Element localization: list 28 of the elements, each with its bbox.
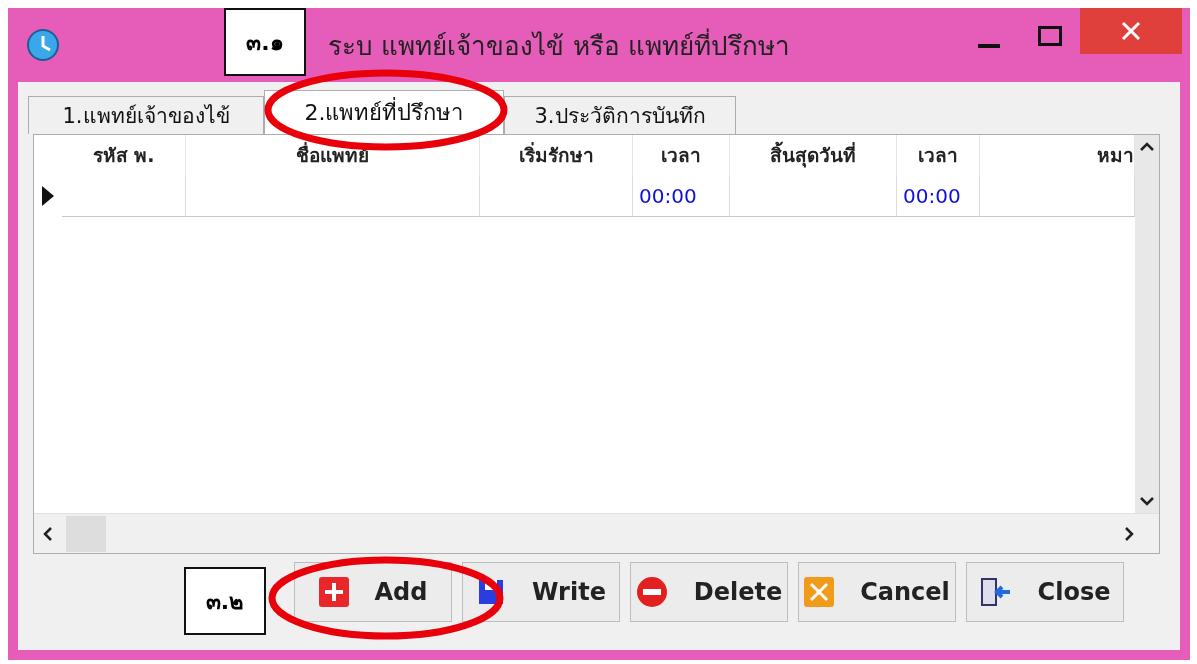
annotation-label: ๓.๒ <box>184 567 266 635</box>
vertical-scrollbar[interactable] <box>1135 135 1159 513</box>
column-header[interactable]: สิ้นสุดวันที่ <box>730 135 897 175</box>
maximize-icon[interactable] <box>1038 26 1062 46</box>
column-header[interactable]: เวลา <box>897 135 980 175</box>
cross-icon <box>804 577 835 607</box>
cancel-button[interactable]: Cancel <box>798 562 956 622</box>
add-button[interactable]: Add <box>294 562 452 622</box>
table-cell: 00:00 <box>633 175 730 217</box>
column-header[interactable]: ชื่อแพทย์ <box>186 135 480 175</box>
no-entry-icon <box>635 576 668 608</box>
app-icon <box>26 28 60 62</box>
tab[interactable]: 2.แพทย์ที่ปรึกษา <box>264 90 504 134</box>
tab[interactable]: 1.แพทย์เจ้าของไข้ <box>28 96 264 134</box>
table-cell: 00:00 <box>897 175 980 217</box>
write-button[interactable]: Write <box>462 562 620 622</box>
annotation-label: ๓.๑ <box>224 8 306 76</box>
close-button[interactable]: Close <box>966 562 1124 622</box>
exit-door-icon <box>979 577 1012 607</box>
horizontal-scrollbar[interactable] <box>34 513 1159 553</box>
column-header[interactable]: เริ่มรักษา <box>480 135 633 175</box>
column-header[interactable]: เวลา <box>633 135 730 175</box>
scroll-thumb[interactable] <box>66 515 106 552</box>
column-header[interactable]: รหัส พ. <box>62 135 186 175</box>
tab[interactable]: 3.ประวัติการบันทึก <box>504 96 736 134</box>
plus-icon <box>318 577 349 607</box>
window-title: ระบ แพทย์เจ้าของไข้ หรือ แพทย์ที่ปรึกษา <box>328 27 790 63</box>
delete-button[interactable]: Delete <box>630 562 788 622</box>
